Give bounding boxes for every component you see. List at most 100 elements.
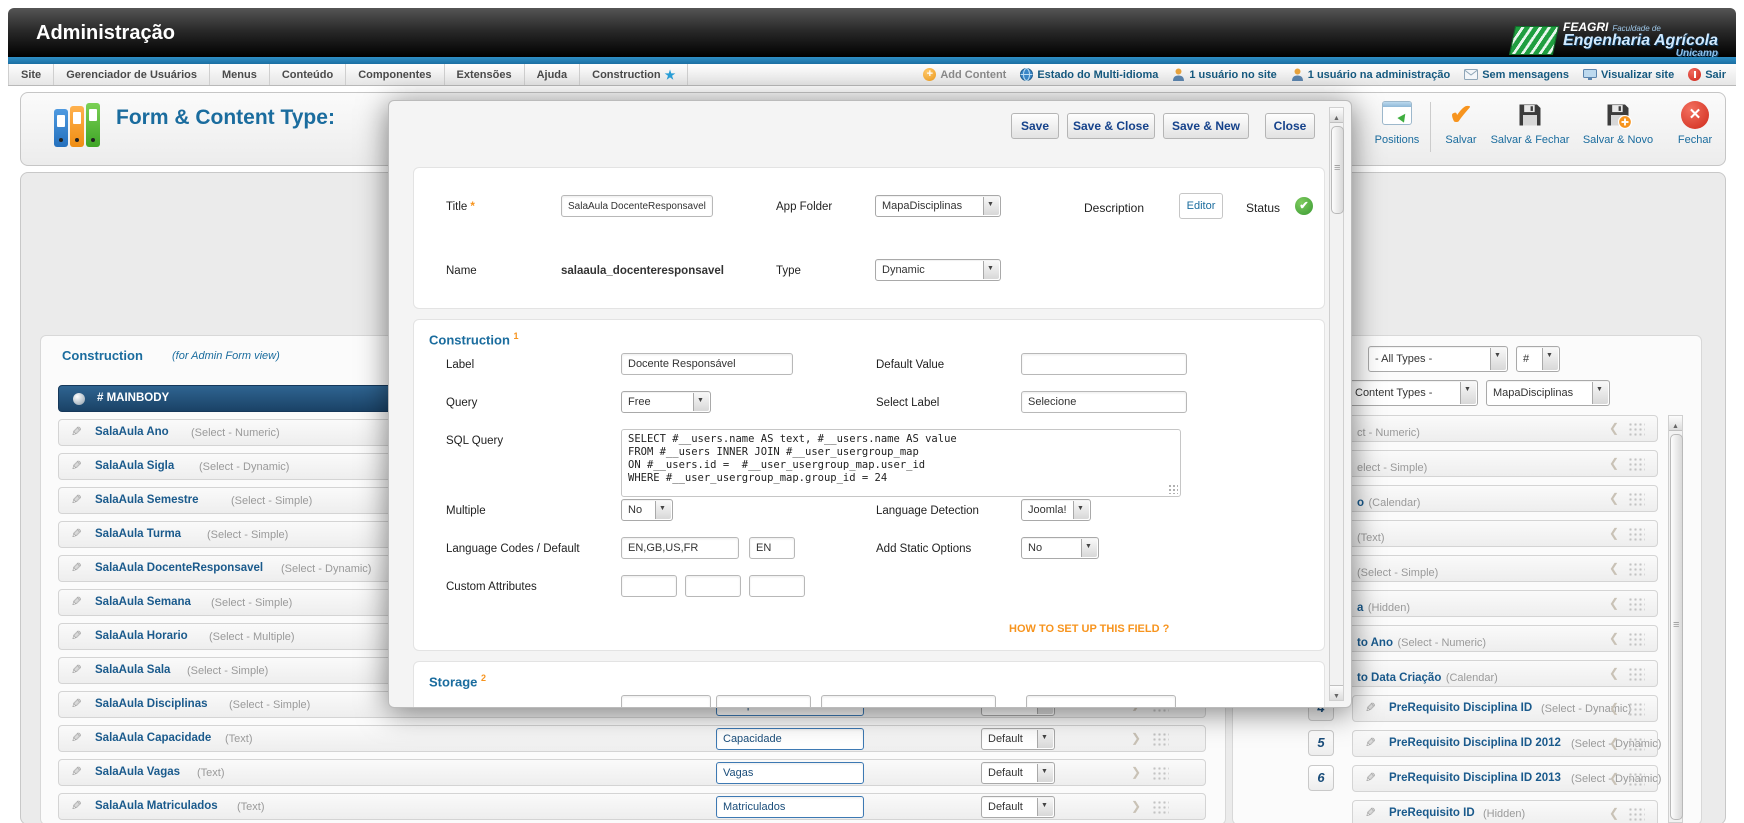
menu-usuarios[interactable]: Gerenciador de Usuários [54,64,210,85]
menu-ajuda[interactable]: Ajuda [525,64,581,85]
logout-link[interactable]: Sair [1688,68,1726,81]
custom-attribute-input-3[interactable] [749,575,805,597]
multiple-select[interactable]: No [621,499,673,521]
language-detection-select[interactable]: Joomla! [1021,499,1091,521]
field-row[interactable]: PreRequisito Disciplina ID 2012(Select -… [1352,730,1658,757]
variation-input[interactable] [716,762,864,784]
default-value-input[interactable] [1021,353,1187,375]
app-folder-select[interactable]: MapaDisciplinas [875,195,1001,217]
field-row[interactable]: PreRequisito Disciplina ID 2013(Select -… [1352,765,1658,792]
chevron-left-icon[interactable] [1609,771,1619,785]
add-static-options-select[interactable]: No [1021,537,1099,559]
modal-scrollbar[interactable] [1329,107,1344,701]
modal-close-button[interactable]: Close [1265,113,1315,139]
status-published-icon[interactable] [1295,197,1313,215]
menu-construction[interactable]: Construction [580,64,688,85]
chevron-left-icon[interactable] [1609,561,1619,575]
field-row[interactable]: PreRequisito Disciplina ID(Select - Dyna… [1352,695,1658,722]
modal-save-new-button[interactable]: Save & New [1163,113,1249,139]
chevron-left-icon[interactable] [1609,526,1619,540]
variation-select[interactable]: Default [981,796,1055,818]
storage-input-1[interactable] [621,695,711,708]
field-row[interactable]: SalaAula Vagas(Text) Default [58,759,1206,786]
scroll-down-icon[interactable] [1330,685,1343,700]
chevron-left-icon[interactable] [1609,806,1619,820]
preview-site-link[interactable]: Visualizar site [1583,69,1674,81]
variation-input[interactable] [716,796,864,818]
language-codes-input[interactable] [621,537,739,559]
drag-handle[interactable] [1152,800,1169,814]
drag-handle[interactable] [1152,766,1169,780]
drag-handle[interactable] [1628,597,1645,611]
chevron-left-icon[interactable] [1609,596,1619,610]
chevron-left-icon[interactable] [1609,736,1619,750]
scrollbar-thumb[interactable] [1670,434,1683,820]
label-input[interactable] [621,353,793,375]
custom-attribute-input-2[interactable] [685,575,741,597]
chevron-left-icon[interactable] [1609,631,1619,645]
order-filter[interactable]: # [1516,346,1560,372]
variation-select[interactable]: Default [981,762,1055,784]
users-site-status[interactable]: 1 usuário no site [1172,68,1276,81]
chevron-left-icon[interactable] [1609,456,1619,470]
drag-handle[interactable] [1628,737,1645,751]
add-content-link[interactable]: Add Content [923,68,1006,81]
modal-save-button[interactable]: Save [1011,113,1059,139]
drag-handle[interactable] [1628,422,1645,436]
close-button[interactable]: Fechar [1652,101,1738,146]
chevron-left-icon[interactable] [1609,491,1619,505]
chevron-right-icon[interactable] [1131,731,1141,745]
messages-link[interactable]: Sem mensagens [1464,69,1569,81]
multilanguage-status-link[interactable]: Estado do Multi-idioma [1020,68,1158,81]
chevron-left-icon[interactable] [1609,701,1619,715]
chevron-left-icon[interactable] [1609,421,1619,435]
chevron-left-icon[interactable] [1609,666,1619,680]
menu-extensoes[interactable]: Extensões [445,64,525,85]
save-new-button[interactable]: Salvar & Novo [1575,101,1661,146]
field-name: SalaAula DocenteResponsavel [95,562,263,574]
resize-grip-icon[interactable] [1168,484,1178,494]
drag-handle[interactable] [1628,667,1645,681]
drag-handle[interactable] [1628,632,1645,646]
custom-attribute-input-1[interactable] [621,575,677,597]
drag-handle[interactable] [1628,702,1645,716]
scroll-up-icon[interactable] [1330,108,1343,123]
storage-input-3[interactable] [821,695,996,708]
variation-select[interactable]: Default [981,728,1055,750]
variation-input[interactable] [716,728,864,750]
drag-handle[interactable] [1628,772,1645,786]
drag-handle[interactable] [1628,807,1645,821]
howto-link[interactable]: HOW TO SET UP THIS FIELD ? [1009,623,1169,635]
sql-query-textarea[interactable]: SELECT #__users.name AS text, #__users.n… [621,429,1181,497]
scroll-up-icon[interactable] [1669,416,1682,431]
select-label-input[interactable] [1021,391,1187,413]
menu-conteudo[interactable]: Conteúdo [270,64,346,85]
drag-handle[interactable] [1152,732,1169,746]
drag-handle[interactable] [1628,492,1645,506]
chevron-right-icon[interactable] [1131,799,1141,813]
save-close-button[interactable]: Salvar & Fechar [1487,101,1573,146]
field-row[interactable]: SalaAula Matriculados(Text) Default [58,793,1206,820]
type-select[interactable]: Dynamic [875,259,1001,281]
scrollbar-thumb[interactable] [1331,126,1344,214]
description-editor-button[interactable]: Editor [1179,193,1223,219]
modal-save-close-button[interactable]: Save & Close [1067,113,1155,139]
title-input[interactable] [561,195,713,217]
menu-menus[interactable]: Menus [210,64,270,85]
all-types-filter[interactable]: - All Types - [1368,346,1508,372]
field-row[interactable]: SalaAula Capacidade(Text) Default [58,725,1206,752]
field-row[interactable]: PreRequisito ID(Hidden) [1352,800,1658,823]
chevron-right-icon[interactable] [1131,765,1141,779]
menu-componentes[interactable]: Componentes [346,64,444,85]
language-default-input[interactable] [749,537,795,559]
users-admin-status[interactable]: 1 usuário na administração [1291,68,1450,81]
drag-handle[interactable] [1628,562,1645,576]
content-type-select[interactable]: MapaDisciplinas [1486,380,1610,406]
menu-site[interactable]: Site [8,64,54,85]
fields-scrollbar[interactable] [1668,415,1683,823]
storage-input-2[interactable] [716,695,811,708]
drag-handle[interactable] [1628,527,1645,541]
drag-handle[interactable] [1628,457,1645,471]
storage-input-4[interactable] [1026,695,1176,708]
query-select[interactable]: Free [621,391,711,413]
